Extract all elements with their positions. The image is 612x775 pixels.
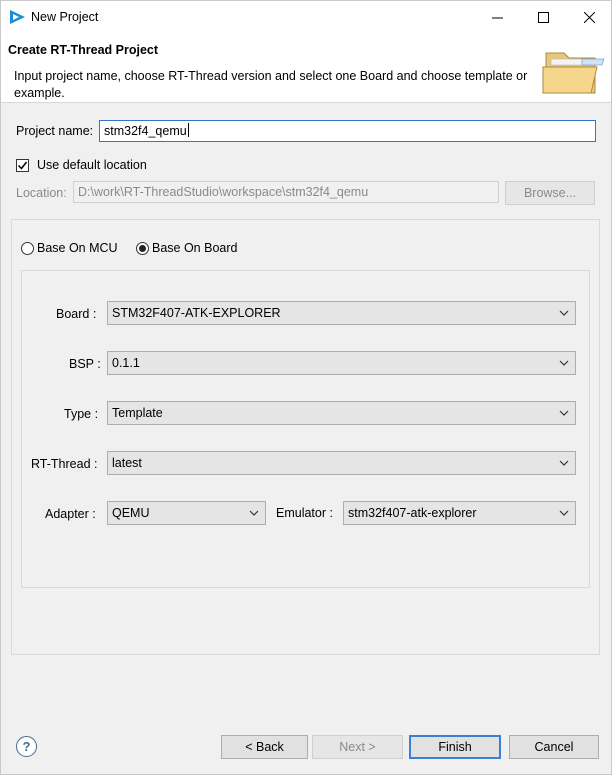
new-project-dialog: New Project Create RT-Thread Project Inp… — [0, 0, 612, 775]
chevron-down-icon — [559, 310, 569, 316]
wizard-header: Create RT-Thread Project Input project n… — [1, 33, 611, 103]
title-bar: New Project — [1, 1, 611, 33]
rt-thread-app-icon — [10, 10, 25, 24]
project-name-label: Project name: — [16, 124, 94, 138]
open-folder-icon — [542, 52, 605, 94]
page-description: Input project name, choose RT-Thread ver… — [14, 69, 528, 100]
board-select-value: STM32F407-ATK-EXPLORER — [112, 306, 281, 320]
window-title: New Project — [31, 10, 99, 24]
back-button[interactable]: < Back — [221, 735, 308, 759]
browse-button[interactable]: Browse... — [505, 181, 595, 205]
base-on-mcu-radio[interactable] — [21, 242, 34, 255]
chevron-down-icon — [559, 360, 569, 366]
finish-button[interactable]: Finish — [409, 735, 501, 759]
chevron-down-icon — [559, 510, 569, 516]
adapter-select[interactable]: QEMU — [107, 501, 266, 525]
chevron-down-icon — [559, 410, 569, 416]
rt-thread-select[interactable]: latest — [107, 451, 576, 475]
text-caret — [187, 123, 189, 137]
project-name-value: stm32f4_qemu — [104, 124, 187, 138]
back-button-label: < Back — [245, 740, 284, 754]
bsp-label: BSP : — [69, 357, 101, 371]
close-button[interactable] — [566, 1, 612, 33]
rt-thread-label: RT-Thread : — [31, 457, 98, 471]
type-select-value: Template — [112, 406, 163, 420]
board-label: Board : — [56, 307, 97, 321]
help-button[interactable]: ? — [16, 736, 37, 757]
next-button-label: Next > — [339, 740, 376, 754]
base-on-board-label: Base On Board — [152, 241, 238, 255]
cancel-button-label: Cancel — [534, 740, 574, 754]
use-default-location-label: Use default location — [37, 158, 147, 172]
maximize-button[interactable] — [520, 1, 566, 33]
base-on-board-radio[interactable] — [136, 242, 149, 255]
board-select[interactable]: STM32F407-ATK-EXPLORER — [107, 301, 576, 325]
browse-button-label: Browse... — [523, 186, 577, 200]
emulator-select-value: stm32f407-atk-explorer — [348, 506, 477, 520]
emulator-label: Emulator : — [276, 506, 333, 520]
minimize-button[interactable] — [474, 1, 520, 33]
bsp-select-value: 0.1.1 — [112, 356, 140, 370]
location-input[interactable]: D:\work\RT-ThreadStudio\workspace\stm32f… — [73, 181, 499, 203]
finish-button-label: Finish — [438, 740, 472, 754]
rt-thread-select-value: latest — [112, 456, 142, 470]
project-name-input[interactable]: stm32f4_qemu — [99, 120, 596, 142]
adapter-label: Adapter : — [45, 507, 96, 521]
adapter-select-value: QEMU — [112, 506, 150, 520]
close-icon — [583, 11, 595, 23]
chevron-down-icon — [249, 510, 259, 516]
location-label: Location: — [16, 186, 67, 200]
next-button[interactable]: Next > — [312, 735, 403, 759]
base-on-mcu-label: Base On MCU — [37, 241, 118, 255]
checkmark-icon — [17, 161, 28, 170]
bsp-select[interactable]: 0.1.1 — [107, 351, 576, 375]
use-default-location-checkbox[interactable] — [16, 159, 29, 172]
maximize-icon — [537, 11, 549, 23]
emulator-select[interactable]: stm32f407-atk-explorer — [343, 501, 576, 525]
type-label: Type : — [64, 407, 99, 421]
minimize-icon — [491, 17, 503, 18]
type-select[interactable]: Template — [107, 401, 576, 425]
location-value: D:\work\RT-ThreadStudio\workspace\stm32f… — [78, 185, 369, 199]
cancel-button[interactable]: Cancel — [509, 735, 599, 759]
help-icon: ? — [22, 739, 31, 754]
radio-selected-dot — [139, 245, 146, 252]
chevron-down-icon — [559, 460, 569, 466]
page-title: Create RT-Thread Project — [8, 43, 159, 57]
